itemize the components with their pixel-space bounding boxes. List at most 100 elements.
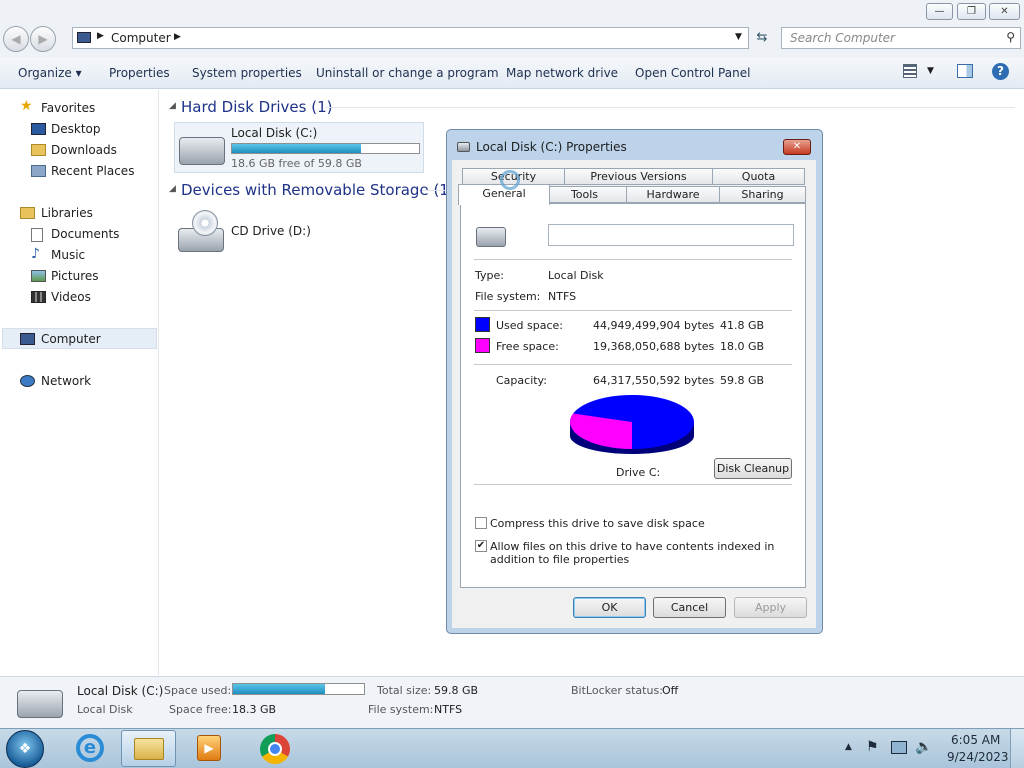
system-properties-button[interactable]: System properties — [192, 66, 302, 80]
help-icon[interactable]: ? — [992, 63, 1009, 80]
sidebar-item-recent-places[interactable]: Recent Places — [51, 164, 134, 178]
disk-cleanup-button[interactable]: Disk Cleanup — [714, 458, 792, 479]
folder-icon — [133, 738, 164, 760]
dialog-title: Local Disk (C:) Properties — [476, 140, 627, 154]
address-bar[interactable]: ▶ Computer ▶ ▼ — [72, 27, 749, 49]
sidebar-item-videos[interactable]: Videos — [51, 290, 91, 304]
free-label: Free space: — [496, 340, 559, 353]
collapse-icon[interactable]: ◢ — [169, 184, 176, 194]
sidebar-item-music[interactable]: Music — [51, 248, 85, 262]
fs-value: NTFS — [548, 290, 577, 303]
refresh-icon[interactable]: ⇆ — [753, 30, 771, 46]
cd-drive-name: CD Drive (D:) — [231, 224, 311, 238]
sidebar-item-favorites[interactable]: Favorites — [41, 101, 95, 115]
uninstall-program-button[interactable]: Uninstall or change a program — [316, 66, 499, 80]
address-dropdown-icon[interactable]: ▼ — [735, 32, 742, 42]
network-icon — [20, 375, 35, 387]
volume-muted-icon[interactable]: 🔈 — [915, 739, 932, 755]
show-desktop-button[interactable] — [1010, 729, 1024, 768]
free-color-swatch — [475, 338, 490, 353]
details-space-free-label: Space free: — [169, 703, 232, 716]
organize-button[interactable]: Organize ▾ — [18, 66, 82, 80]
local-disk-usage-bar — [231, 143, 420, 154]
local-disk-item[interactable]: Local Disk (C:) 18.6 GB free of 59.8 GB — [174, 122, 424, 173]
computer-icon — [77, 32, 91, 43]
search-placeholder: Search Computer — [790, 31, 895, 45]
star-icon: ★ — [20, 98, 33, 114]
open-control-panel-button[interactable]: Open Control Panel — [635, 66, 750, 80]
taskbar-windows-explorer[interactable] — [121, 730, 176, 767]
close-button[interactable]: ✕ — [989, 3, 1020, 20]
taskbar-media-player[interactable]: ▶ — [188, 731, 230, 765]
window-title-bar — [0, 0, 1024, 24]
start-button[interactable]: ❖ — [6, 730, 44, 768]
tab-hardware[interactable]: Hardware — [626, 186, 720, 203]
forward-arrow-icon: ▶ — [38, 32, 48, 46]
music-icon: ♪ — [31, 246, 40, 262]
sidebar-item-documents[interactable]: Documents — [51, 227, 119, 241]
group-removable-storage[interactable]: Devices with Removable Storage (1) — [181, 181, 455, 199]
show-hidden-icons-icon[interactable]: ▲ — [845, 742, 852, 752]
details-fs-label: File system: — [368, 703, 434, 716]
sidebar-item-desktop[interactable]: Desktop — [51, 122, 101, 136]
local-disk-name: Local Disk (C:) — [231, 126, 318, 140]
details-type: Local Disk — [77, 703, 133, 716]
network-tray-icon[interactable] — [891, 741, 907, 754]
tab-quota[interactable]: Quota — [712, 168, 805, 185]
computer-icon — [20, 333, 35, 345]
tab-previous-versions[interactable]: Previous Versions — [564, 168, 713, 185]
action-center-flag-icon[interactable]: ⚑ — [866, 739, 879, 755]
index-checkbox[interactable]: ✔ — [475, 540, 487, 552]
breadcrumb-computer[interactable]: Computer — [111, 31, 171, 45]
compress-checkbox[interactable] — [475, 517, 487, 529]
sidebar-item-pictures[interactable]: Pictures — [51, 269, 99, 283]
dialog-close-button[interactable]: ✕ — [783, 139, 811, 155]
taskbar-chrome[interactable] — [254, 731, 296, 765]
maximize-button[interactable]: ❐ — [957, 3, 986, 20]
cancel-button[interactable]: Cancel — [653, 597, 726, 618]
ok-button[interactable]: OK — [573, 597, 646, 618]
capacity-gb: 59.8 GB — [720, 374, 765, 387]
search-input[interactable]: Search Computer ⚲ — [781, 27, 1021, 49]
minimize-button[interactable]: — — [926, 3, 953, 20]
tab-sharing[interactable]: Sharing — [719, 186, 806, 203]
tray-date[interactable]: 9/24/2023 — [947, 750, 1009, 764]
details-bitlocker: Off — [662, 684, 679, 697]
sidebar-item-computer[interactable]: Computer — [41, 332, 101, 346]
cd-drive-item[interactable]: CD Drive (D:) — [174, 206, 424, 256]
group-divider — [325, 107, 1015, 108]
tray-time[interactable]: 6:05 AM — [951, 733, 1000, 747]
documents-icon — [31, 228, 43, 242]
compress-label: Compress this drive to save disk space — [490, 517, 705, 530]
search-icon: ⚲ — [1006, 30, 1015, 44]
sidebar-item-network[interactable]: Network — [41, 374, 91, 388]
drive-label-input[interactable] — [548, 224, 794, 246]
taskbar-internet-explorer[interactable]: e — [70, 731, 110, 765]
used-bytes: 44,949,499,904 bytes — [593, 319, 715, 332]
internet-explorer-icon: e — [76, 734, 104, 762]
sidebar-item-downloads[interactable]: Downloads — [51, 143, 117, 157]
apply-button[interactable]: Apply — [734, 597, 807, 618]
capacity-label: Capacity: — [496, 374, 547, 387]
details-total: 59.8 GB — [434, 684, 479, 697]
details-bitlocker-label: BitLocker status: — [571, 684, 663, 697]
views-dropdown-icon[interactable]: ▼ — [927, 66, 934, 76]
forward-button[interactable]: ▶ — [30, 26, 56, 52]
capacity-bytes: 64,317,550,592 bytes — [593, 374, 715, 387]
map-network-drive-button[interactable]: Map network drive — [506, 66, 618, 80]
breadcrumb-chevron-icon[interactable]: ▶ — [174, 32, 181, 42]
back-button[interactable]: ◀ — [3, 26, 29, 52]
disk-usage-pie-chart — [570, 395, 694, 454]
hard-drive-icon — [179, 137, 225, 165]
collapse-icon[interactable]: ◢ — [169, 101, 176, 111]
videos-icon — [31, 291, 46, 303]
pictures-icon — [31, 270, 46, 282]
properties-button[interactable]: Properties — [109, 66, 170, 80]
preview-pane-icon[interactable] — [957, 64, 973, 78]
drive-icon — [476, 227, 506, 247]
tab-tools[interactable]: Tools — [542, 186, 627, 203]
sidebar-item-libraries[interactable]: Libraries — [41, 206, 93, 220]
views-icon[interactable] — [903, 64, 917, 78]
chrome-icon — [260, 734, 290, 764]
group-hard-disk-drives[interactable]: Hard Disk Drives (1) — [181, 98, 332, 116]
